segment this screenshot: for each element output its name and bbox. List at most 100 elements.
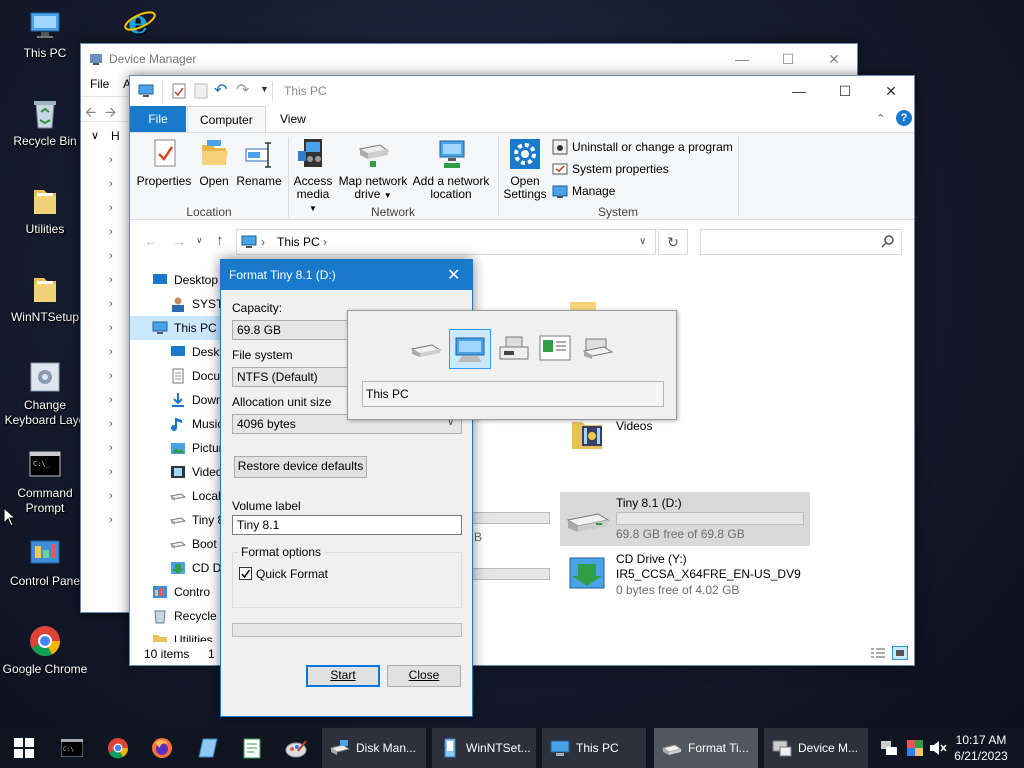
tab-computer[interactable]: Computer [187, 106, 266, 133]
close-button[interactable]: ✕ [868, 76, 914, 106]
address-dropdown-icon[interactable]: ∨ [639, 236, 646, 247]
desktop-icon-command-prompt[interactable]: C:\_ Command Prompt [0, 448, 90, 516]
open-settings-button[interactable]: Open Settings [502, 137, 548, 201]
explorer-titlebar[interactable]: ↶ ↷ ▼ This PC — ☐ ✕ [130, 76, 914, 106]
display-tray-icon[interactable] [904, 728, 926, 768]
nav-item-desktop[interactable]: Deskt [130, 340, 230, 364]
nav-item-drive[interactable]: Boot [130, 532, 230, 556]
network-tray-icon[interactable] [878, 728, 900, 768]
back-arrow-icon[interactable]: 🡨 [85, 102, 96, 126]
breadcrumb-separator-icon[interactable]: › [323, 235, 327, 249]
nav-item-document[interactable]: Docu [130, 364, 230, 388]
redo-icon[interactable]: ↷ [236, 80, 249, 100]
minimize-button[interactable]: — [776, 76, 822, 106]
close-button[interactable]: ✕ [811, 44, 857, 74]
nav-item-pc[interactable]: This PC [130, 316, 230, 340]
nav-item-pictures[interactable]: Pictur [130, 436, 230, 460]
taskbar-app-winntsetup[interactable]: WinNTSet... [432, 728, 536, 768]
taskbar-app-this-pc[interactable]: This PC [542, 728, 646, 768]
network-drive-icon[interactable] [582, 335, 614, 365]
up-arrow-icon[interactable]: ↑ [216, 232, 224, 249]
qat-customize-icon[interactable]: ▼ [260, 84, 269, 94]
nav-item-drive[interactable]: Tiny 8 [130, 508, 230, 532]
drive-tile-cd-y[interactable]: CD Drive (Y:) IR5_CCSA_X64FRE_EN-US_DV9 … [560, 550, 810, 602]
details-view-icon[interactable] [870, 647, 886, 659]
location-picker-popup[interactable]: This PC [347, 310, 677, 420]
desktop-icon-this-pc[interactable]: This PC [0, 8, 90, 61]
nav-item-desktop[interactable]: Desktop [130, 268, 230, 292]
manage-button[interactable]: Manage [552, 181, 615, 201]
forward-arrow-icon[interactable]: → [172, 233, 186, 249]
taskbar-app-icon[interactable] [188, 728, 228, 768]
rename-button[interactable]: Rename [234, 137, 284, 188]
nav-item-drive[interactable]: Local [130, 484, 230, 508]
taskbar-app-icon[interactable] [232, 728, 272, 768]
help-icon[interactable]: ? [896, 110, 912, 126]
nav-item-music[interactable]: Music [130, 412, 230, 436]
nav-item-download[interactable]: Down [130, 388, 230, 412]
desktop-icon-internet-explorer[interactable]: e [95, 4, 185, 42]
taskbar-chrome[interactable] [98, 728, 138, 768]
undo-icon[interactable]: ↶ [214, 80, 227, 100]
access-media-button[interactable]: Access media ▼ [292, 137, 334, 215]
desktop-icon-google-chrome[interactable]: Google Chrome [0, 624, 90, 677]
ribbon-collapse-icon[interactable]: ⌃ [876, 112, 885, 125]
clock[interactable]: 10:17 AM 6/21/2023 [950, 732, 1012, 764]
taskbar-firefox[interactable] [142, 728, 182, 768]
add-network-location-button[interactable]: Add a network location [412, 137, 490, 201]
device-manager-titlebar[interactable]: Device Manager — ☐ ✕ [81, 44, 857, 74]
taskbar-app-icon[interactable] [276, 728, 316, 768]
nav-item-folder[interactable]: Utilities [130, 628, 230, 642]
start-button[interactable]: Start [306, 665, 380, 687]
format-dialog-titlebar[interactable]: Format Tiny 8.1 (D:) ✕ [221, 260, 472, 290]
nav-item-user[interactable]: SYSTEM [130, 292, 230, 316]
drive-tile-tiny-d[interactable]: Tiny 8.1 (D:) 69.8 GB free of 69.8 GB [560, 492, 810, 546]
taskbar-app-device-manager[interactable]: Device M... [764, 728, 868, 768]
refresh-button[interactable]: ↻ [658, 229, 688, 255]
back-arrow-icon[interactable]: ← [144, 233, 158, 249]
nav-item-recycle-bin[interactable]: Recycle [130, 604, 230, 628]
menu-file[interactable]: File [90, 77, 109, 91]
this-pc-option[interactable] [449, 329, 491, 369]
nav-item-videos[interactable]: Video [130, 460, 230, 484]
taskbar-app-drive[interactable]: Format Ti... [654, 728, 758, 768]
maximize-button[interactable]: ☐ [765, 44, 811, 74]
control-panel-option-icon[interactable] [538, 333, 572, 363]
restore-defaults-button[interactable]: Restore device defaults [234, 456, 367, 478]
new-folder-qat-icon[interactable] [194, 83, 208, 99]
drive-icon[interactable] [410, 337, 442, 361]
open-button[interactable]: Open [194, 137, 234, 188]
desktop-icon-winntsetup[interactable]: WinNTSetup [0, 272, 90, 325]
desktop-icon-utilities[interactable]: Utilities [0, 184, 90, 237]
minimize-button[interactable]: — [719, 44, 765, 74]
tab-file[interactable]: File [130, 106, 186, 132]
desktop-icon-control-panel[interactable]: Control Pane [0, 536, 90, 589]
uninstall-program-button[interactable]: Uninstall or change a program [552, 137, 733, 157]
properties-qat-icon[interactable] [172, 83, 186, 99]
system-properties-button[interactable]: System properties [552, 159, 669, 179]
search-input[interactable] [700, 229, 902, 255]
location-path-field[interactable]: This PC [362, 381, 664, 407]
volume-muted-icon[interactable] [928, 728, 948, 768]
desktop-icon-recycle-bin[interactable]: Recycle Bin [0, 96, 90, 149]
breadcrumb-this-pc[interactable]: This PC [277, 235, 320, 249]
properties-button[interactable]: Properties [136, 137, 192, 188]
nav-item-control-panel[interactable]: Contro [130, 580, 230, 604]
taskbar-app-disk-management[interactable]: Disk Man... [322, 728, 426, 768]
videos-folder[interactable] [570, 416, 604, 452]
nav-item-cd-drive[interactable]: CD Dr [130, 556, 230, 580]
close-button[interactable]: Close [387, 665, 461, 687]
large-icons-view-icon[interactable] [892, 646, 908, 660]
close-icon[interactable]: ✕ [447, 265, 460, 285]
maximize-button[interactable]: ☐ [822, 76, 868, 106]
address-bar[interactable]: › This PC › ∨ [236, 229, 656, 255]
map-network-drive-button[interactable]: Map network drive ▼ [336, 137, 410, 202]
quick-format-checkbox[interactable] [239, 567, 252, 580]
tab-view[interactable]: View [268, 106, 318, 132]
tree-collapse-icon[interactable]: ∨ [91, 129, 99, 142]
recent-locations-icon[interactable]: ∨ [196, 235, 203, 246]
start-button[interactable] [0, 728, 48, 768]
desktop-icon-change-keyboard-layout[interactable]: Change Keyboard Layo [0, 360, 90, 428]
taskbar-command-prompt[interactable]: C:\ [52, 728, 92, 768]
device-tree-chevrons[interactable]: › › › › › › › › › › › › › › › › [109, 148, 129, 528]
